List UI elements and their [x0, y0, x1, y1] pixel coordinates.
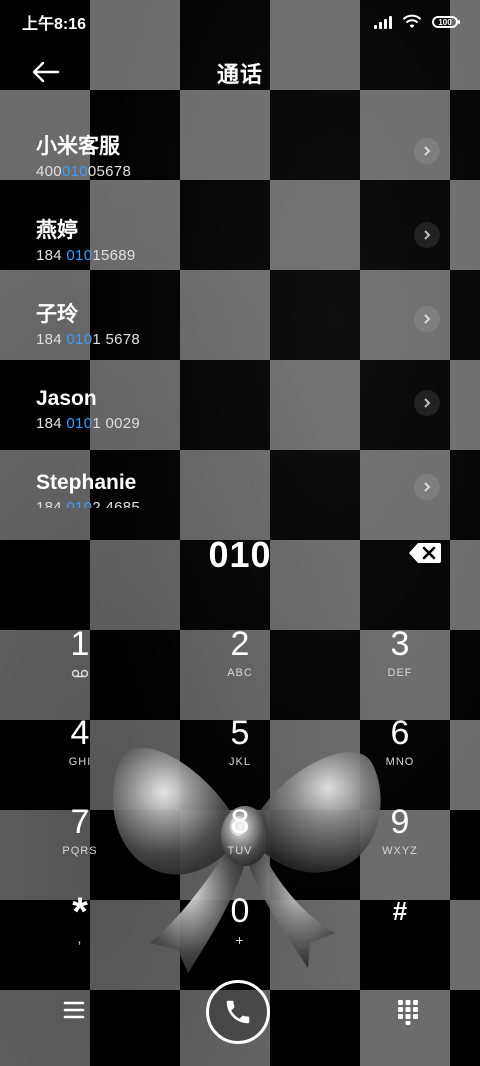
- key-1[interactable]: 1: [0, 612, 160, 701]
- header: 通话: [0, 50, 480, 96]
- contact-item[interactable]: 小米客服 40001005678: [0, 124, 480, 208]
- contact-number: 184 0101 5678: [36, 331, 141, 348]
- arrow-left-icon: [32, 61, 60, 83]
- bottom-bar: [0, 976, 480, 1056]
- key-0[interactable]: 0 +: [160, 879, 320, 968]
- key-star[interactable]: * ,: [0, 879, 160, 968]
- contact-item[interactable]: Jason 184 0101 0029: [0, 376, 480, 460]
- contact-item[interactable]: 燕婷 184 01015689: [0, 208, 480, 292]
- dialpad: 1 2 ABC 3 DEF 4 GHI 5 JKL 6 MNO 7 PQRS 8…: [0, 612, 480, 972]
- key-5[interactable]: 5 JKL: [160, 701, 320, 790]
- signal-icon: [374, 15, 392, 29]
- key-7[interactable]: 7 PQRS: [0, 790, 160, 879]
- status-time: 上午8:16: [22, 16, 87, 33]
- chevron-right-icon[interactable]: [414, 390, 440, 416]
- battery-icon: 100: [432, 16, 460, 28]
- call-button[interactable]: [206, 980, 270, 1044]
- battery-level: 100: [438, 17, 452, 27]
- contact-list: 小米客服 40001005678 燕婷 184 01015689 子玲 184 …: [0, 124, 480, 508]
- page-title: 通话: [216, 62, 263, 87]
- chevron-right-icon[interactable]: [414, 306, 440, 332]
- key-6[interactable]: 6 MNO: [320, 701, 480, 790]
- contact-name: Jason: [36, 387, 97, 410]
- menu-icon[interactable]: [60, 998, 88, 1022]
- phone-icon: [226, 1000, 250, 1024]
- contact-name: 小米客服: [36, 135, 120, 158]
- key-3[interactable]: 3 DEF: [320, 612, 480, 701]
- dialpad-icon[interactable]: [396, 998, 420, 1026]
- status-icons: 100: [374, 14, 460, 30]
- contact-item[interactable]: 子玲 184 0101 5678: [0, 292, 480, 376]
- backspace-icon[interactable]: [408, 542, 442, 564]
- key-2[interactable]: 2 ABC: [160, 612, 320, 701]
- key-hash[interactable]: #: [320, 879, 480, 968]
- key-9[interactable]: 9 WXYZ: [320, 790, 480, 879]
- contact-item[interactable]: Stephanie 184 0102 4685: [0, 460, 480, 508]
- key-4[interactable]: 4 GHI: [0, 701, 160, 790]
- status-bar: 上午8:16 100: [0, 0, 480, 44]
- contact-number: 184 0102 4685: [36, 499, 141, 508]
- chevron-right-icon[interactable]: [414, 474, 440, 500]
- wifi-icon: [402, 14, 422, 28]
- contact-name: Stephanie: [36, 471, 137, 494]
- dial-input[interactable]: 010: [0, 520, 480, 590]
- contact-name: 子玲: [36, 303, 78, 326]
- contact-number: 184 0101 0029: [36, 415, 141, 432]
- contact-number: 184 01015689: [36, 247, 136, 264]
- back-button[interactable]: [28, 54, 64, 90]
- contact-name: 燕婷: [36, 219, 78, 242]
- chevron-right-icon[interactable]: [414, 138, 440, 164]
- voicemail-icon: [71, 669, 89, 677]
- contact-number: 40001005678: [36, 163, 132, 180]
- key-8[interactable]: 8 TUV: [160, 790, 320, 879]
- chevron-right-icon[interactable]: [414, 222, 440, 248]
- dialed-number: 010: [208, 534, 272, 575]
